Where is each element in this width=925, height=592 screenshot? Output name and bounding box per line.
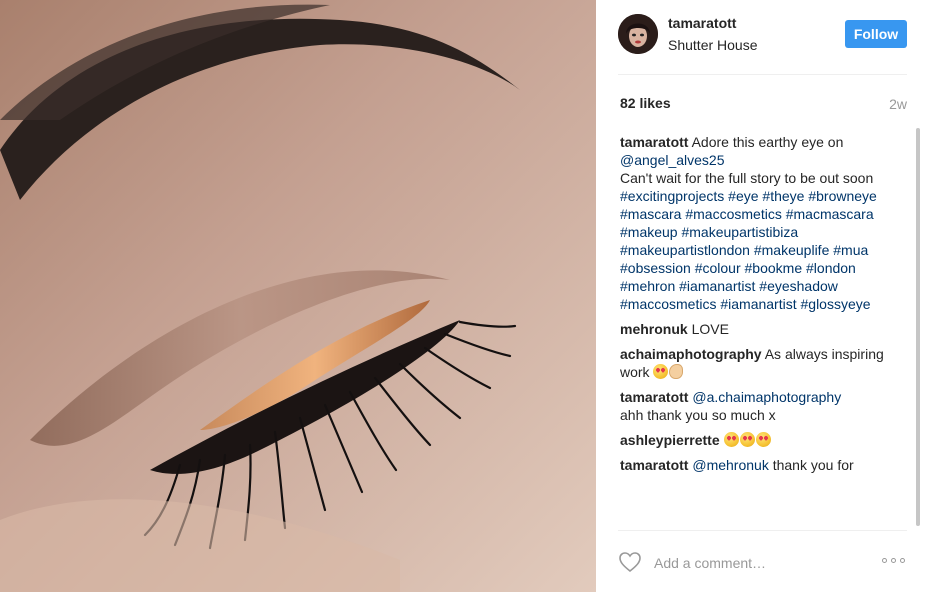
comments-list: tamaratott Adore this earthy eye on @ang… xyxy=(620,133,900,527)
dot-icon xyxy=(891,558,896,563)
comment-text: ahh thank you so much x xyxy=(620,407,776,423)
comment-item: mehronuk LOVE xyxy=(620,320,900,338)
post-location[interactable]: Shutter House xyxy=(668,37,758,53)
comment-item: ashleypierrette xyxy=(620,431,900,449)
avatar[interactable] xyxy=(618,14,658,54)
comment-username[interactable]: tamaratott xyxy=(620,457,688,473)
eye-makeup-photo xyxy=(0,0,596,592)
post-photo[interactable] xyxy=(0,0,596,592)
post-age[interactable]: 2w xyxy=(889,96,907,112)
comment-username[interactable]: ashleypierrette xyxy=(620,432,720,448)
follow-button[interactable]: Follow xyxy=(845,20,907,48)
heart-eyes-emoji-icon xyxy=(723,432,739,447)
heart-icon[interactable] xyxy=(618,550,642,574)
heart-eyes-emoji-icon xyxy=(739,432,755,447)
comment-username[interactable]: achaimaphotography xyxy=(620,346,762,362)
post-side-panel: tamaratott Shutter House Follow 82 likes… xyxy=(596,0,925,592)
caption-text-2: Can't wait for the full story to be out … xyxy=(620,170,874,186)
caption-mention[interactable]: @angel_alves25 xyxy=(620,152,725,168)
caption-username[interactable]: tamaratott xyxy=(620,134,688,150)
post-view: tamaratott Shutter House Follow 82 likes… xyxy=(0,0,925,592)
dot-icon xyxy=(900,558,905,563)
comment-item: tamaratott @mehronuk thank you for xyxy=(620,456,900,474)
comment-text: LOVE xyxy=(691,321,729,337)
heart-eyes-emoji-icon xyxy=(653,364,669,379)
caption: tamaratott Adore this earthy eye on @ang… xyxy=(620,133,900,313)
comment-mention[interactable]: @a.chaimaphotography xyxy=(692,389,841,405)
comment-mention[interactable]: @mehronuk xyxy=(692,457,768,473)
heart-eyes-emoji-icon xyxy=(755,432,771,447)
caption-hashtags[interactable]: #excitingprojects #eye #theye #browneye … xyxy=(620,188,877,312)
clapping-hands-emoji-icon xyxy=(669,364,684,379)
comment-username[interactable]: tamaratott xyxy=(620,389,688,405)
post-header: tamaratott Shutter House Follow xyxy=(596,0,925,74)
dot-icon xyxy=(882,558,887,563)
divider xyxy=(618,530,907,531)
scrollbar-thumb[interactable] xyxy=(916,128,920,526)
likes-count[interactable]: 82 likes xyxy=(620,95,671,111)
comment-text: thank you for xyxy=(772,457,854,473)
divider xyxy=(618,74,907,75)
comment-item: tamaratott @a.chaimaphotography ahh than… xyxy=(620,388,900,424)
comments-scrollbar[interactable] xyxy=(916,128,920,526)
comment-username[interactable]: mehronuk xyxy=(620,321,688,337)
post-username[interactable]: tamaratott xyxy=(668,15,736,31)
caption-text: Adore this earthy eye on xyxy=(691,134,844,150)
comment-item: achaimaphotography As always inspiring w… xyxy=(620,345,900,381)
avatar-image xyxy=(618,14,658,54)
comment-input[interactable] xyxy=(654,551,874,575)
more-options-icon[interactable] xyxy=(882,558,908,566)
